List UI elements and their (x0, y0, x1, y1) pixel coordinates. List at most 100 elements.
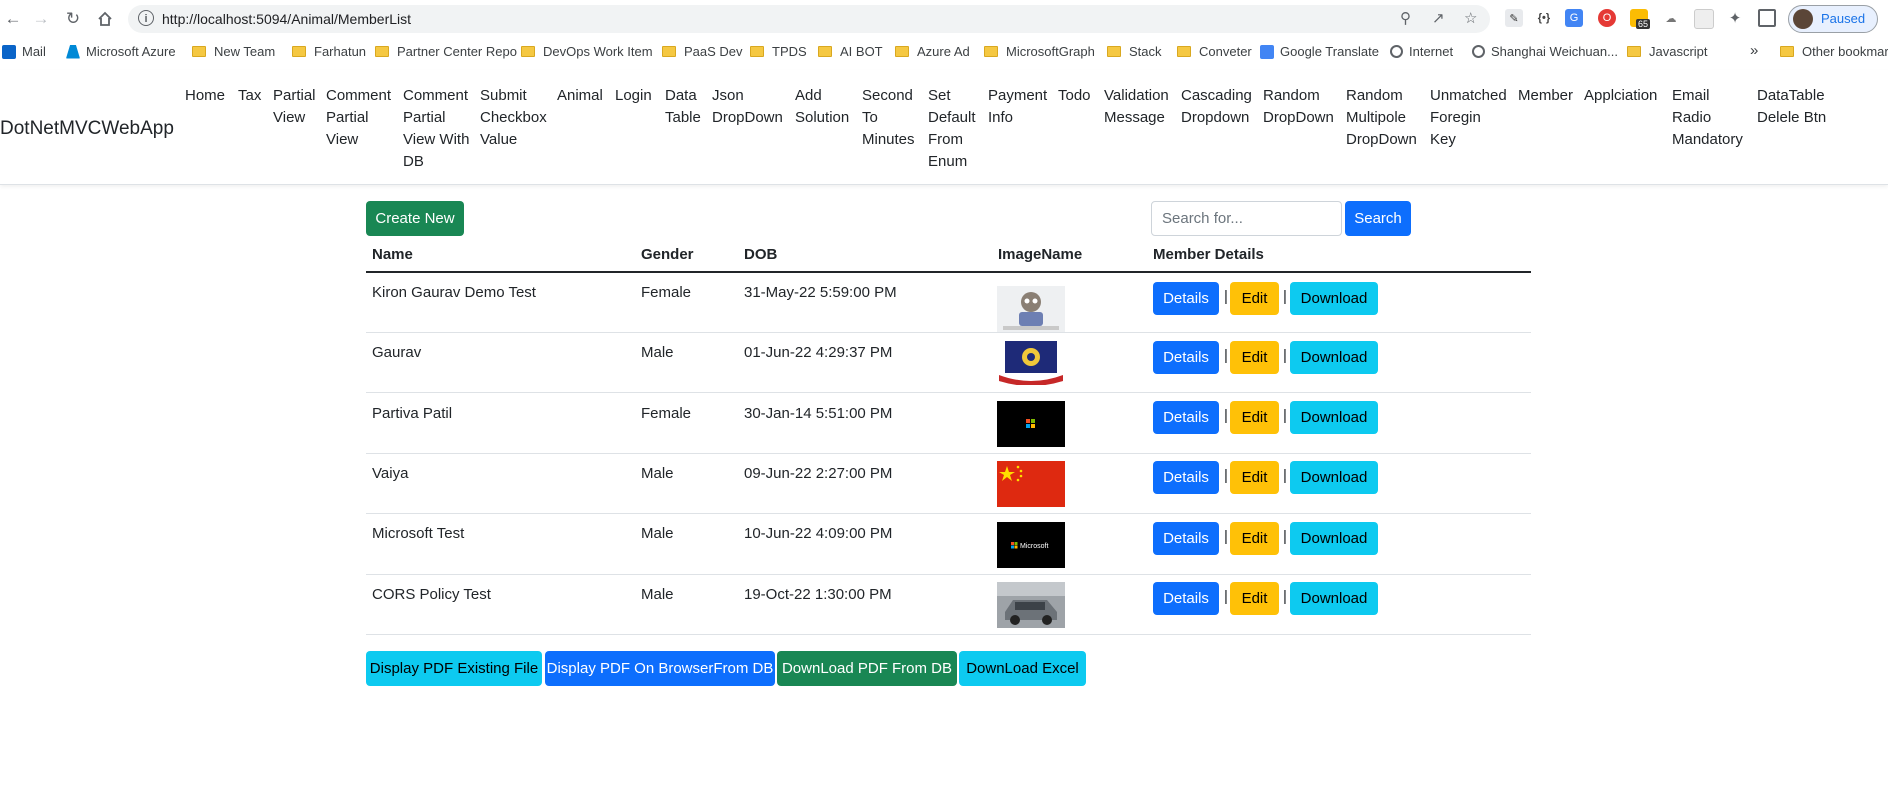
brand-link[interactable]: DotNetMVCWebApp (0, 118, 174, 140)
bookmark-paas-dev[interactable]: PaaS Dev (662, 44, 743, 59)
bookmark-microsoftgraph[interactable]: MicrosoftGraph (984, 44, 1095, 59)
download-button[interactable]: Download (1290, 282, 1378, 315)
bookmark-shanghai-weichuan[interactable]: Shanghai Weichuan... (1472, 44, 1618, 59)
download-excel-button[interactable]: DownLoad Excel (959, 651, 1086, 686)
nav-todo[interactable]: Todo (1058, 85, 1098, 107)
download-button[interactable]: Download (1290, 522, 1378, 555)
details-button[interactable]: Details (1153, 461, 1219, 494)
download-button[interactable]: Download (1290, 401, 1378, 434)
bookmark-google-translate[interactable]: Google Translate (1260, 44, 1379, 59)
bookmark-new-team[interactable]: New Team (192, 44, 275, 59)
nav-comment-partial-view[interactable]: Comment Partial View (326, 85, 396, 151)
forward-icon[interactable]: → (28, 6, 54, 32)
extension-red-icon[interactable]: O (1598, 9, 1616, 27)
edit-button[interactable]: Edit (1230, 401, 1279, 434)
nav-random-multipole-dropdown[interactable]: Random Multipole DropDown (1346, 85, 1426, 151)
nav-partial-view[interactable]: Partial View (273, 85, 323, 129)
nav-unmatched-foregin-key[interactable]: Unmatched Foregin Key (1430, 85, 1510, 151)
globe-icon (1390, 45, 1403, 58)
nav-home[interactable]: Home (185, 85, 230, 107)
bookmark-tpds[interactable]: TPDS (750, 44, 807, 59)
download-button[interactable]: Download (1290, 461, 1378, 494)
nav-member[interactable]: Member (1518, 85, 1576, 107)
download-pdf-db-button[interactable]: DownLoad PDF From DB (777, 651, 957, 686)
browser-toolbar: ← → ↻ i http://localhost:5094/Animal/Mem… (0, 0, 1888, 38)
details-button[interactable]: Details (1153, 582, 1219, 615)
nav-tax[interactable]: Tax (238, 85, 268, 107)
more-bookmarks-button[interactable]: » (1750, 42, 1758, 59)
svg-text:Microsoft: Microsoft (1020, 543, 1048, 550)
search-input[interactable] (1151, 201, 1342, 236)
bookmark-javascript[interactable]: Javascript (1627, 44, 1708, 59)
extension-blank-icon[interactable] (1694, 9, 1714, 29)
zoom-icon[interactable]: ⚲ (1400, 9, 1411, 27)
nav-validation-message[interactable]: Validation Message (1104, 85, 1176, 129)
nav-json-dropdown[interactable]: Json DropDown (712, 85, 787, 129)
bookmark-microsoft-azure[interactable]: Microsoft Azure (66, 44, 176, 59)
edit-button[interactable]: Edit (1230, 282, 1279, 315)
bookmark-azure-ad[interactable]: Azure Ad (895, 44, 970, 59)
nav-submit-checkbox-value[interactable]: Submit Checkbox Value (480, 85, 548, 151)
bookmark-mail[interactable]: Mail (2, 44, 46, 59)
bookmark-farhatun[interactable]: Farhatun (292, 44, 366, 59)
share-icon[interactable]: ↗ (1432, 9, 1445, 27)
download-button[interactable]: Download (1290, 582, 1378, 615)
nav-set-default-from-enum[interactable]: Set Default From Enum (928, 85, 980, 173)
nav-comment-partial-view-db[interactable]: Comment Partial View With DB (403, 85, 471, 173)
bookmark-devops-work-item[interactable]: DevOps Work Item (521, 44, 653, 59)
nav-animal[interactable]: Animal (557, 85, 607, 107)
nav-login[interactable]: Login (615, 85, 660, 107)
folder-icon (662, 46, 676, 57)
bookmark-partner-center-repo[interactable]: Partner Center Repo (375, 44, 517, 59)
search-button[interactable]: Search (1345, 201, 1411, 236)
folder-icon (984, 46, 998, 57)
display-pdf-browser-button[interactable]: Display PDF On BrowserFrom DB (545, 651, 775, 686)
nav-applciation[interactable]: Applciation (1584, 85, 1664, 107)
edit-button[interactable]: Edit (1230, 341, 1279, 374)
nav-email-radio-mandatory[interactable]: Email Radio Mandatory (1672, 85, 1752, 151)
bookmark-stack[interactable]: Stack (1107, 44, 1162, 59)
site-info-icon[interactable]: i (138, 10, 154, 26)
bookmark-star-icon[interactable]: ☆ (1464, 9, 1477, 27)
bookmark-ai-bot[interactable]: AI BOT (818, 44, 883, 59)
bookmark-internet[interactable]: Internet (1390, 44, 1453, 59)
edit-button[interactable]: Edit (1230, 582, 1279, 615)
azure-icon (66, 44, 80, 59)
extension-eyedropper-icon[interactable]: ✎ (1505, 9, 1523, 27)
details-button[interactable]: Details (1153, 282, 1219, 315)
edit-button[interactable]: Edit (1230, 522, 1279, 555)
url-text[interactable]: http://localhost:5094/Animal/MemberList (162, 11, 411, 27)
nav-random-dropdown[interactable]: Random DropDown (1263, 85, 1343, 129)
home-icon[interactable] (92, 6, 118, 32)
create-new-button[interactable]: Create New (366, 201, 464, 236)
extension-cloud-icon[interactable]: ☁ (1662, 9, 1680, 27)
nav-add-solution[interactable]: Add Solution (795, 85, 855, 129)
download-button[interactable]: Download (1290, 341, 1378, 374)
reload-icon[interactable]: ↻ (60, 6, 86, 32)
details-button[interactable]: Details (1153, 401, 1219, 434)
member-dob: 30-Jan-14 5:51:00 PM (744, 405, 893, 422)
bookmark-conveter[interactable]: Conveter (1177, 44, 1252, 59)
edit-button[interactable]: Edit (1230, 461, 1279, 494)
extensions-puzzle-icon[interactable]: ✦ (1726, 9, 1744, 27)
globe-icon (1472, 45, 1485, 58)
address-bar[interactable]: i http://localhost:5094/Animal/MemberLis… (128, 5, 1490, 33)
nav-second-to-minutes[interactable]: Second To Minutes (862, 85, 917, 151)
microsoft-logo-thumbnail: Microsoft (997, 522, 1065, 568)
details-button[interactable]: Details (1153, 522, 1219, 555)
back-icon[interactable]: ← (0, 6, 26, 32)
nav-datatable-delele-btn[interactable]: DataTable Delele Btn (1757, 85, 1837, 129)
nav-cascading-dropdown[interactable]: Cascading Dropdown (1181, 85, 1261, 129)
nav-payment-info[interactable]: Payment Info (988, 85, 1050, 129)
nav-data-table[interactable]: Data Table (665, 85, 703, 129)
bookmark-other-bookmarks[interactable]: Other bookmarks (1780, 44, 1888, 59)
separator: | (1224, 288, 1228, 305)
side-panel-icon[interactable] (1758, 9, 1776, 27)
extension-translate-icon[interactable]: G (1565, 9, 1583, 27)
display-pdf-existing-button[interactable]: Display PDF Existing File (366, 651, 542, 686)
site-navbar: DotNetMVCWebApp Home Tax Partial View Co… (0, 70, 1888, 185)
folder-icon (895, 46, 909, 57)
details-button[interactable]: Details (1153, 341, 1219, 374)
extension-braces-icon[interactable]: {•} (1535, 9, 1553, 27)
profile-button[interactable]: Paused (1788, 5, 1878, 33)
